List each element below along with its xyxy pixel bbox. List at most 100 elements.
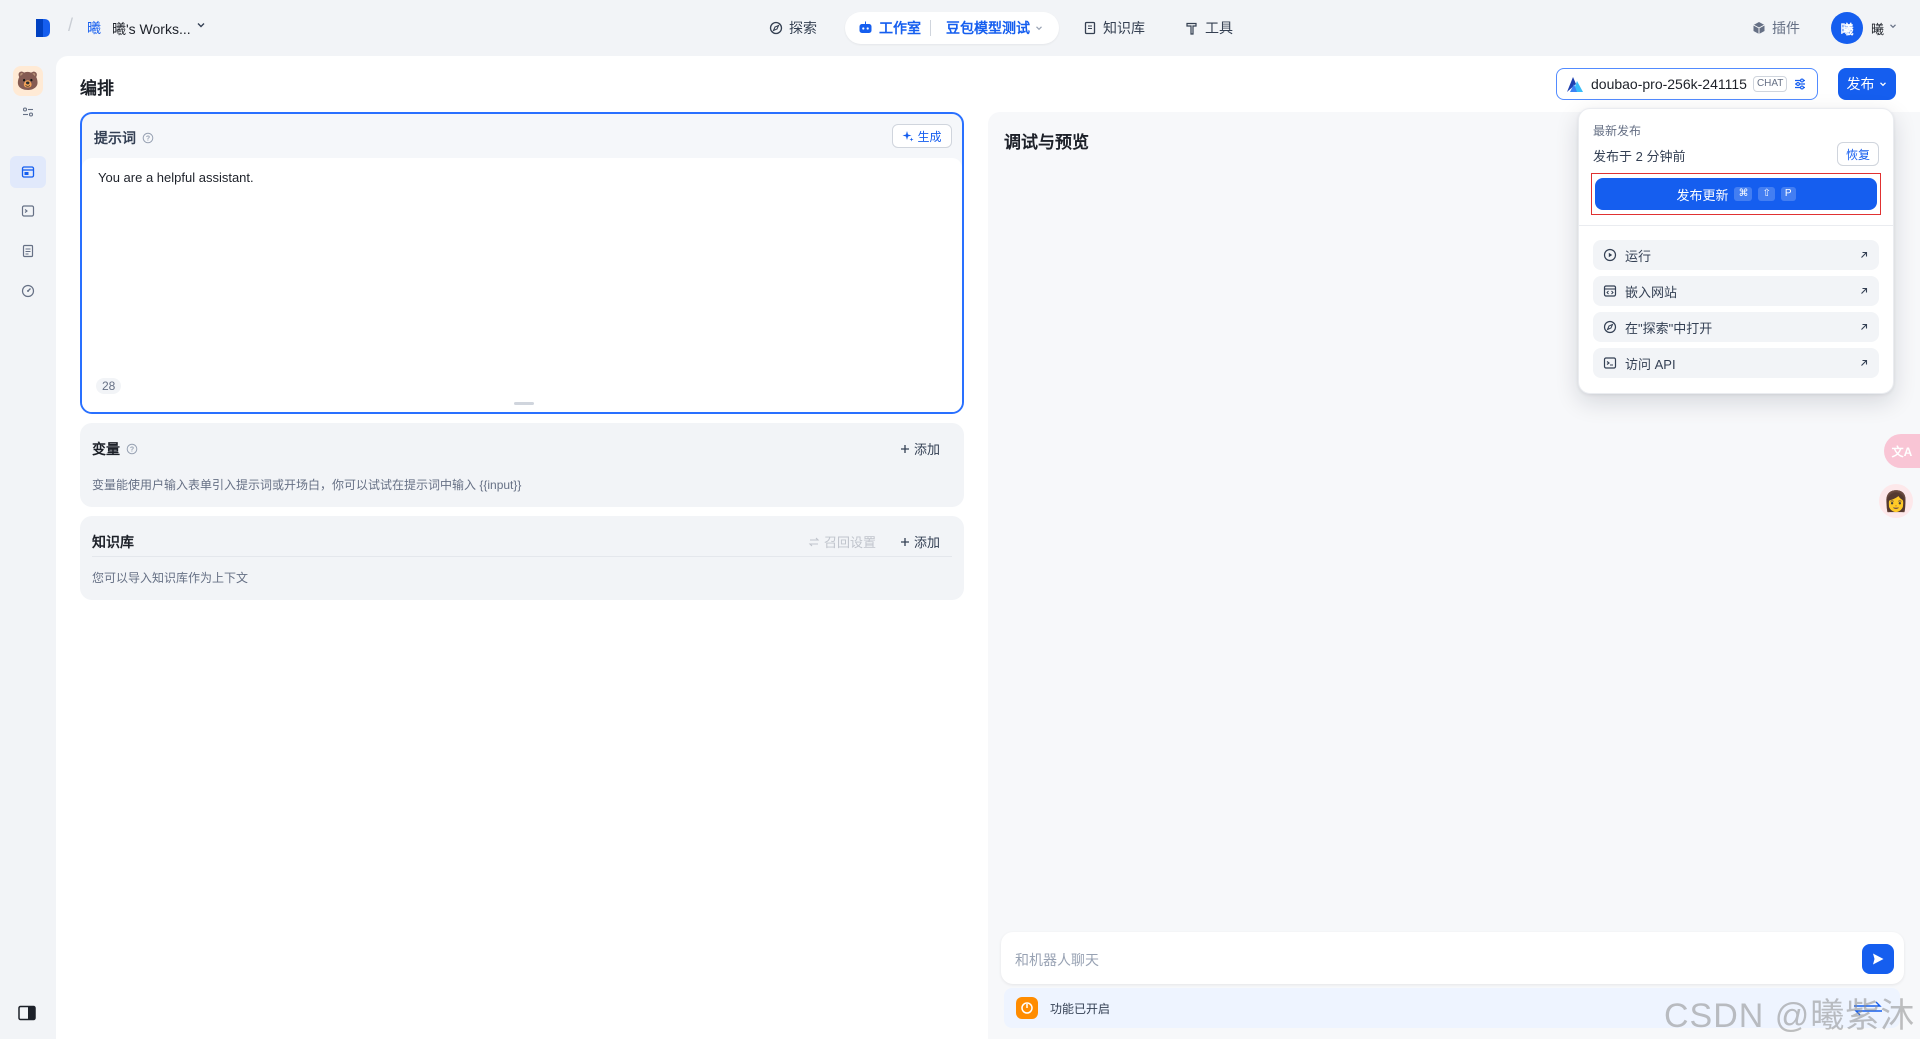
api-access-nav-icon[interactable] bbox=[14, 197, 42, 225]
chat-input-placeholder[interactable]: 和机器人聊天 bbox=[1015, 950, 1099, 970]
cube-icon bbox=[1752, 21, 1766, 35]
model-settings-icon[interactable] bbox=[1793, 77, 1807, 91]
compass-icon bbox=[769, 21, 783, 35]
plugin-button[interactable]: 插件 bbox=[1752, 16, 1800, 40]
prompt-editor-card: 提示词 ? 生成 You are a helpful assistant. 28 bbox=[80, 112, 964, 414]
knowledge-card: 知识库 召回设置 添加 您可以导入知识库作为上下文 bbox=[80, 516, 964, 600]
nav-tools[interactable]: 工具 bbox=[1185, 16, 1233, 40]
menu-item-open-in-explore[interactable]: 在"探索"中打开 bbox=[1593, 312, 1879, 342]
chevron-down-icon[interactable] bbox=[196, 20, 206, 30]
dify-logo[interactable] bbox=[34, 17, 52, 39]
add-variable-label: 添加 bbox=[913, 442, 940, 457]
chevron-down-icon[interactable] bbox=[1888, 21, 1898, 31]
variables-card: 变量 ? 添加 变量能使用户输入表单引入提示词或开场白，你可以试试在提示词中输入… bbox=[80, 423, 964, 507]
shortcut-key-p: P bbox=[1780, 187, 1796, 201]
plugin-label: 插件 bbox=[1772, 20, 1800, 36]
generate-label: 生成 bbox=[917, 129, 942, 144]
latest-publish-label: 最新发布 bbox=[1593, 124, 1642, 138]
nav-studio-label: 工作室 bbox=[879, 20, 921, 36]
model-selector-button[interactable]: doubao-pro-256k-241115 CHAT bbox=[1556, 68, 1818, 100]
dropdown-divider bbox=[1579, 225, 1893, 226]
hammer-icon bbox=[1185, 21, 1199, 35]
prompt-header: 提示词 ? 生成 bbox=[82, 114, 962, 158]
app-settings-icon[interactable] bbox=[14, 98, 42, 126]
knowledge-description: 您可以导入知识库作为上下文 bbox=[92, 571, 249, 585]
add-variable-button[interactable]: 添加 bbox=[900, 439, 940, 458]
arrow-up-right-icon bbox=[1859, 358, 1869, 368]
variables-title: 变量 ? bbox=[92, 439, 138, 459]
current-app-name: 豆包模型测试 bbox=[946, 20, 1030, 36]
doubao-model-icon bbox=[1565, 75, 1585, 93]
menu-item-run-label: 运行 bbox=[1625, 248, 1652, 264]
feature-enabled-text: 功能已开启 bbox=[1050, 1002, 1111, 1016]
add-knowledge-button[interactable]: 添加 bbox=[900, 532, 940, 551]
publish-button[interactable]: 发布 bbox=[1838, 68, 1896, 100]
debug-title: 调试与预览 bbox=[1004, 133, 1089, 152]
nav-explore[interactable]: 探索 bbox=[769, 16, 817, 40]
prompt-textarea[interactable]: You are a helpful assistant. 28 bbox=[82, 158, 962, 412]
menu-item-run[interactable]: 运行 bbox=[1593, 240, 1879, 270]
svg-text:?: ? bbox=[130, 446, 134, 453]
menu-item-access-api[interactable]: 访问 API bbox=[1593, 348, 1879, 378]
book-icon bbox=[1083, 21, 1097, 35]
shortcut-key-cmd: ⌘ bbox=[1734, 187, 1753, 201]
recall-settings-button[interactable]: 召回设置 bbox=[808, 532, 876, 551]
publish-update-button[interactable]: 发布更新 ⌘ ⇧ P bbox=[1595, 178, 1877, 210]
knowledge-title: 知识库 bbox=[92, 534, 134, 550]
chevron-down-icon bbox=[1878, 79, 1888, 89]
help-circle-icon[interactable]: ? bbox=[142, 132, 154, 144]
arrow-up-right-icon bbox=[1859, 250, 1869, 260]
play-circle-icon bbox=[1603, 248, 1617, 262]
workspace-name[interactable]: 曦's Works... bbox=[112, 19, 191, 39]
csdn-watermark: CSDN @曦紫沐 bbox=[1664, 997, 1916, 1035]
generate-prompt-button[interactable]: 生成 bbox=[892, 124, 952, 148]
model-name: doubao-pro-256k-241115 bbox=[1591, 76, 1747, 92]
user-avatar[interactable]: 曦 bbox=[1831, 12, 1863, 44]
user-name[interactable]: 曦 bbox=[1871, 19, 1884, 38]
app-avatar-icon[interactable]: 🐻 bbox=[13, 66, 43, 96]
page-title: 编排 bbox=[80, 79, 114, 98]
embed-icon bbox=[1603, 284, 1617, 298]
publish-dropdown: 最新发布 发布于 2 分钟前 恢复 发布更新 ⌘ ⇧ P 运行 嵌入网站 在"探… bbox=[1578, 108, 1894, 394]
plus-icon bbox=[900, 537, 910, 547]
chevron-down-icon bbox=[1034, 23, 1044, 33]
arrow-up-right-icon bbox=[1859, 286, 1869, 296]
translate-float-icon[interactable]: 文A bbox=[1884, 434, 1920, 468]
model-mode-badge: CHAT bbox=[1752, 76, 1788, 92]
knowledge-divider bbox=[92, 556, 952, 557]
swap-icon bbox=[808, 536, 820, 548]
recall-settings-label: 召回设置 bbox=[823, 535, 876, 550]
menu-item-embed[interactable]: 嵌入网站 bbox=[1593, 276, 1879, 306]
chat-input-box[interactable]: 和机器人聊天 bbox=[1001, 932, 1904, 984]
variables-label: 变量 bbox=[92, 441, 120, 457]
send-button[interactable] bbox=[1862, 944, 1894, 974]
prompt-char-count: 28 bbox=[96, 378, 122, 394]
breadcrumb-separator: / bbox=[68, 15, 74, 35]
terminal-icon bbox=[1603, 356, 1617, 370]
arrow-up-right-icon bbox=[1859, 322, 1869, 332]
compass-icon bbox=[1603, 320, 1617, 334]
monitoring-nav-icon[interactable] bbox=[14, 277, 42, 305]
svg-text:?: ? bbox=[146, 135, 150, 142]
resize-handle[interactable] bbox=[514, 402, 534, 405]
sidebar-collapse-icon[interactable] bbox=[18, 1005, 36, 1021]
publish-label: 发布 bbox=[1846, 76, 1875, 92]
robot-icon bbox=[858, 21, 873, 35]
nav-divider bbox=[930, 20, 931, 36]
logs-nav-icon[interactable] bbox=[14, 237, 42, 265]
menu-item-open-in-explore-label: 在"探索"中打开 bbox=[1625, 320, 1713, 336]
current-app-selector[interactable]: 豆包模型测试 bbox=[946, 16, 1044, 40]
assistant-avatar-icon[interactable]: 👩 bbox=[1879, 484, 1913, 518]
orchestrate-nav-icon[interactable] bbox=[10, 156, 46, 188]
restore-button[interactable]: 恢复 bbox=[1837, 142, 1879, 166]
send-icon bbox=[1871, 952, 1885, 966]
nav-knowledge[interactable]: 知识库 bbox=[1083, 16, 1145, 40]
feature-icon bbox=[1016, 997, 1038, 1019]
nav-studio[interactable]: 工作室 bbox=[858, 16, 921, 40]
menu-item-embed-label: 嵌入网站 bbox=[1625, 284, 1678, 300]
add-knowledge-label: 添加 bbox=[913, 535, 940, 550]
help-circle-icon[interactable]: ? bbox=[126, 443, 138, 455]
menu-item-access-api-label: 访问 API bbox=[1625, 356, 1676, 372]
sparkle-icon bbox=[902, 130, 914, 142]
prompt-text[interactable]: You are a helpful assistant. bbox=[98, 170, 254, 185]
